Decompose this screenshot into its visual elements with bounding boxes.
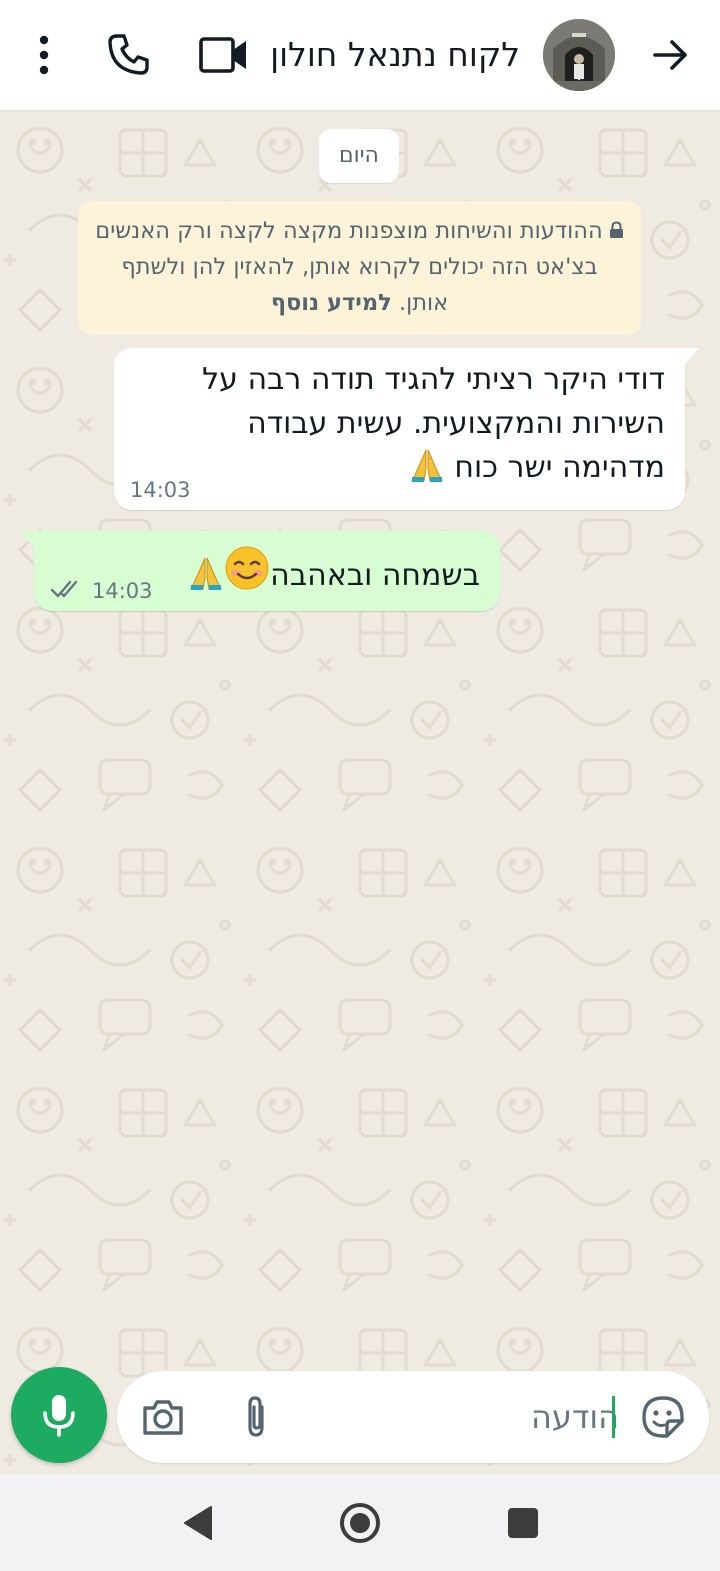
text-cursor (612, 1396, 615, 1438)
lock-icon (609, 221, 623, 238)
camera-icon (143, 1400, 183, 1435)
paperclip-icon (248, 1396, 264, 1437)
back-button[interactable] (646, 30, 696, 80)
phone-icon (108, 34, 149, 75)
message-composer (117, 1371, 709, 1463)
avatar-photo (543, 19, 615, 91)
message-text: דודי היקר רציתי להגיד תודה רבה על השירות… (145, 358, 665, 490)
chat-area[interactable]: היום ההודעות והשיחות מוצפנות מקצה לקצה ו… (0, 110, 720, 1474)
smiling-face-emoji (225, 546, 269, 590)
double-check-icon (50, 580, 78, 598)
arrow-right-icon (653, 40, 687, 70)
date-separator: היום (319, 129, 399, 183)
video-call-button[interactable] (198, 33, 250, 77)
bubble-tail (20, 531, 36, 549)
video-camera-icon (199, 37, 246, 73)
bubble-tail (683, 348, 699, 366)
sticker-icon (642, 1396, 684, 1438)
system-navigation-bar (0, 1474, 720, 1571)
incoming-message[interactable]: דודי היקר רציתי להגיד תודה רבה על השירות… (114, 348, 699, 510)
camera-button[interactable] (141, 1397, 185, 1437)
outgoing-message[interactable]: בשמחה ובאהבה 14:03 (20, 531, 500, 611)
message-input[interactable] (369, 1393, 619, 1441)
voice-call-button[interactable] (104, 31, 152, 79)
more-vert-icon (39, 35, 49, 75)
message-text: בשמחה ובאהבה (150, 545, 480, 598)
contact-avatar[interactable] (543, 19, 615, 91)
chat-header: לקוח נתנאל חולון (0, 0, 720, 110)
sticker-button[interactable] (641, 1395, 685, 1439)
voice-message-button[interactable] (11, 1367, 107, 1463)
nav-recents-icon[interactable] (507, 1507, 539, 1539)
attach-button[interactable] (237, 1395, 277, 1439)
encryption-notice[interactable]: ההודעות והשיחות מוצפנות מקצה לקצה ורק הא… (78, 201, 641, 335)
contact-name[interactable]: לקוח נתנאל חולון (270, 30, 520, 80)
message-time: 14:03 (92, 579, 153, 603)
more-options-button[interactable] (28, 33, 60, 77)
nav-home-icon[interactable] (338, 1501, 382, 1545)
folded-hands-emoji (410, 449, 443, 482)
message-body: בשמחה ובאהבה (270, 558, 480, 593)
learn-more-link[interactable]: למידע נוסף (271, 290, 392, 316)
folded-hands-emoji (190, 557, 222, 590)
message-time: 14:03 (130, 478, 191, 502)
microphone-icon (43, 1395, 75, 1437)
nav-back-icon[interactable] (181, 1504, 215, 1542)
